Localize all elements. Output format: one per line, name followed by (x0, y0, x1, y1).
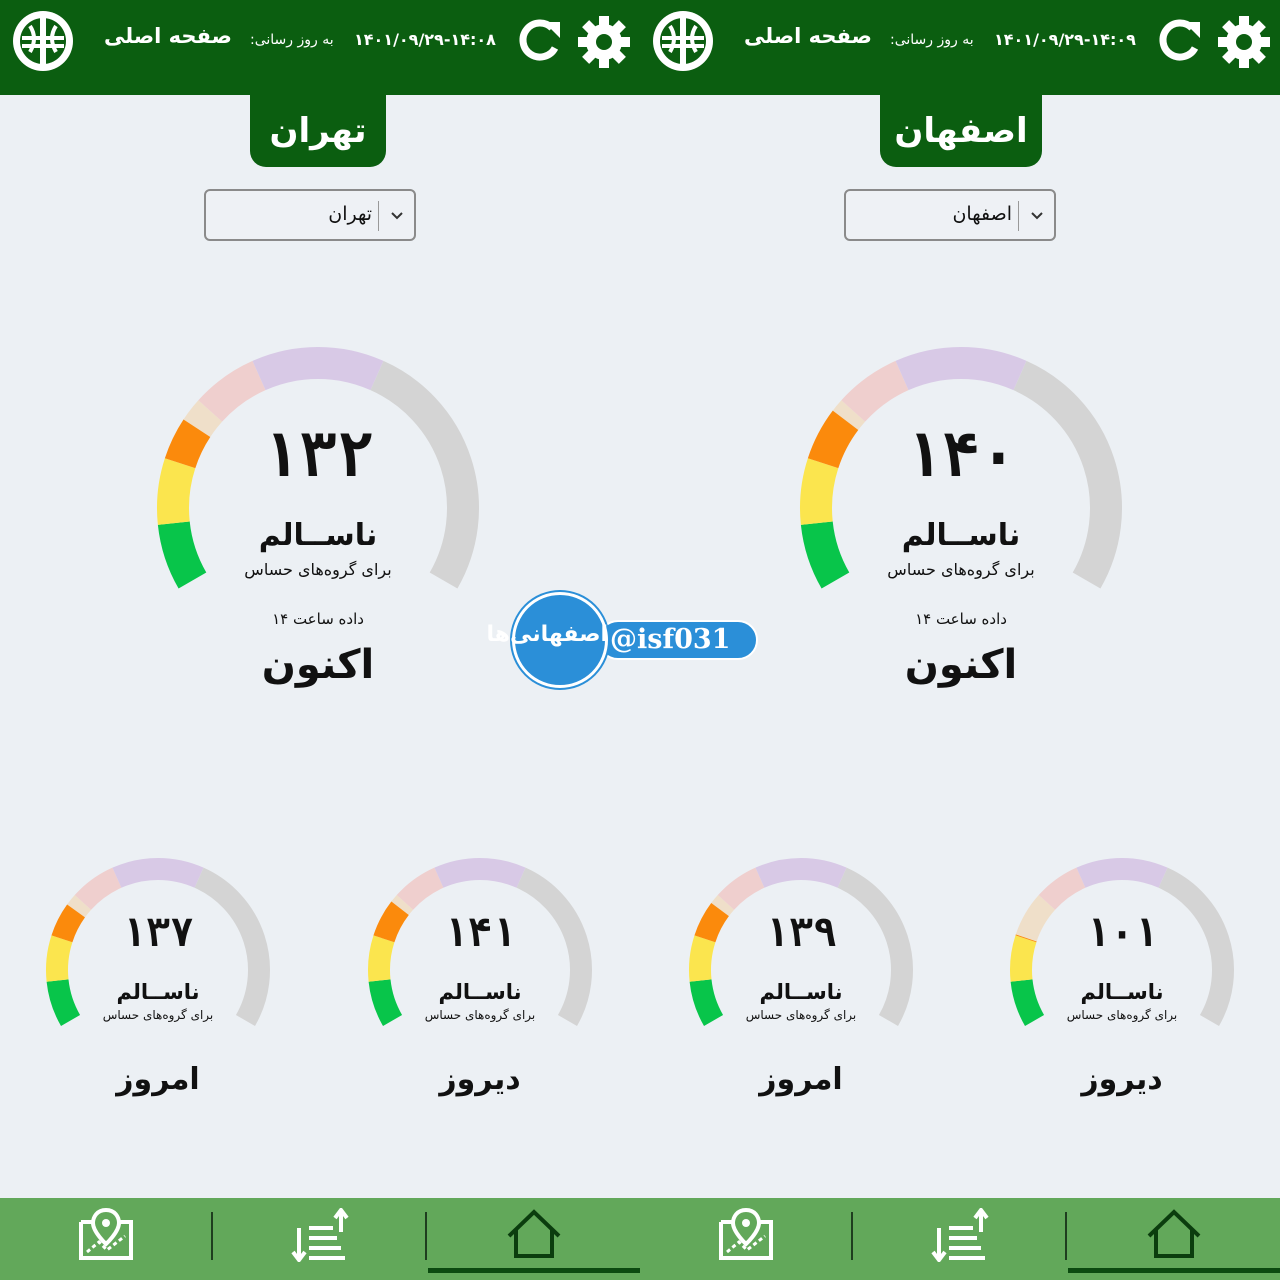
city-tab[interactable]: تهران (250, 95, 386, 167)
sort-icon (931, 1208, 989, 1262)
nav-divider (851, 1212, 853, 1260)
update-label: به روز رسانی: (890, 32, 974, 48)
home-link[interactable]: صفحه اصلی (744, 24, 872, 48)
gauge-segment-3 (841, 360, 909, 422)
gauge-arc (689, 858, 913, 1026)
gauge-period-label: امروز (759, 1062, 843, 1097)
aqi-data-hour: داده ساعت ۱۴ (272, 610, 364, 628)
gauge-segment-3 (396, 867, 444, 911)
gauge-segment-4 (112, 858, 204, 888)
sort-icon (291, 1208, 349, 1262)
aqi-status: ناســالم (116, 980, 200, 1004)
aqi-value: ۱۴۰ (905, 418, 1017, 491)
gauge-period-label: اکنون (904, 642, 1018, 688)
nav-divider (1065, 1212, 1067, 1260)
update-label: به روز رسانی: (250, 32, 334, 48)
aqi-status: ناســالم (258, 518, 378, 553)
aqi-value: ۱۰۱ (1085, 910, 1159, 956)
nav-map[interactable] (0, 1198, 214, 1280)
city-tab[interactable]: اصفهان (880, 95, 1042, 167)
watermark-name: اصفهانی‌ها (486, 622, 608, 647)
gauge-period-label: اکنون (261, 642, 375, 688)
nav-divider (425, 1212, 427, 1260)
gear-icon[interactable] (576, 14, 632, 70)
aqi-status-detail: برای گروه‌های حساس (102, 1008, 214, 1022)
update-time: ۱۴۰۱/۰۹/۲۹-۱۴:۰۹ (994, 30, 1136, 49)
gauge-segment-3 (717, 867, 765, 911)
aqi-status-detail: برای گروه‌های حساس (1066, 1008, 1178, 1022)
select-divider (378, 201, 379, 231)
aqi-status-detail: برای گروه‌های حساس (244, 560, 392, 579)
aqi-value: ۱۴۱ (443, 910, 517, 956)
today-aqi-gauge: ۱۳۷ ناســالم برای گروه‌های حساس امروز (40, 852, 276, 1112)
gauge-arc (46, 858, 270, 1026)
home-icon (1147, 1209, 1201, 1258)
aqi-value: ۱۳۹ (764, 910, 838, 956)
gauge-period-label: دیروز (1081, 1062, 1163, 1097)
aqi-value: ۱۳۲ (262, 418, 374, 491)
aqi-status: ناســالم (1080, 980, 1164, 1004)
nav-sort[interactable] (854, 1198, 1068, 1280)
aqi-status-detail: برای گروه‌های حساس (745, 1008, 857, 1022)
nav-map[interactable] (640, 1198, 854, 1280)
gauge-segment-4 (252, 347, 384, 391)
gauge-period-label: دیروز (439, 1062, 521, 1097)
chevron-down-icon[interactable] (390, 209, 404, 223)
watermark-handle: @isf031 (610, 624, 731, 655)
aqi-status: ناســالم (759, 980, 843, 1004)
gauge-period-label: امروز (116, 1062, 200, 1097)
city-select[interactable]: اصفهان (844, 189, 1056, 241)
bottom-nav (640, 1198, 1280, 1280)
select-divider (1018, 201, 1019, 231)
home-link[interactable]: صفحه اصلی (104, 24, 232, 48)
bottom-nav (0, 1198, 640, 1280)
gauge-segment-4 (895, 347, 1027, 391)
main-aqi-gauge: ۱۴۰ ناســالم برای گروه‌های حساس داده ساع… (793, 340, 1129, 720)
aqi-status-detail: برای گروه‌های حساس (887, 560, 1035, 579)
map-pin-icon (79, 1208, 133, 1260)
map-pin-icon (719, 1208, 773, 1260)
gauge-arc (368, 858, 592, 1026)
aqi-status-detail: برای گروه‌های حساس (424, 1008, 536, 1022)
nav-active-indicator (428, 1268, 640, 1273)
gauge-segment-4 (1076, 858, 1168, 888)
yesterday-aqi-gauge: ۱۴۱ ناســالم برای گروه‌های حساس دیروز (362, 852, 598, 1112)
gauge-segment-4 (434, 858, 526, 888)
chevron-down-icon[interactable] (1030, 209, 1044, 223)
gauge-arc (1010, 858, 1234, 1026)
city-select[interactable]: تهران (204, 189, 416, 241)
nav-sort[interactable] (214, 1198, 428, 1280)
header-bar: صفحه اصلی به روز رسانی: ۱۴۰۱/۰۹/۲۹-۱۴:۰۸ (0, 0, 640, 95)
aqi-status: ناســالم (901, 518, 1021, 553)
nav-active-indicator (1068, 1268, 1280, 1273)
aqi-value: ۱۳۷ (121, 910, 195, 956)
refresh-icon[interactable] (514, 16, 564, 66)
home-icon (507, 1209, 561, 1258)
gauge-segment-4 (755, 858, 847, 888)
logo-icon (13, 11, 73, 71)
header-bar: صفحه اصلی به روز رسانی: ۱۴۰۱/۰۹/۲۹-۱۴:۰۹ (640, 0, 1280, 95)
logo-icon (653, 11, 713, 71)
today-aqi-gauge: ۱۳۹ ناســالم برای گروه‌های حساس امروز (683, 852, 919, 1112)
gauge-segment-3 (74, 867, 122, 911)
nav-divider (211, 1212, 213, 1260)
aqi-status: ناســالم (438, 980, 522, 1004)
aqi-data-hour: داده ساعت ۱۴ (915, 610, 1007, 628)
refresh-icon[interactable] (1154, 16, 1204, 66)
gauge-segment-3 (1038, 867, 1086, 911)
gauge-segment-3 (198, 360, 266, 422)
city-select-value: تهران (328, 203, 372, 225)
gear-icon[interactable] (1216, 14, 1272, 70)
city-select-value: اصفهان (952, 203, 1012, 225)
update-time: ۱۴۰۱/۰۹/۲۹-۱۴:۰۸ (354, 30, 496, 49)
channel-watermark: @isf031 اصفهانی‌ها (486, 590, 762, 690)
main-aqi-gauge: ۱۳۲ ناســالم برای گروه‌های حساس داده ساع… (150, 340, 486, 720)
yesterday-aqi-gauge: ۱۰۱ ناســالم برای گروه‌های حساس دیروز (1004, 852, 1240, 1112)
